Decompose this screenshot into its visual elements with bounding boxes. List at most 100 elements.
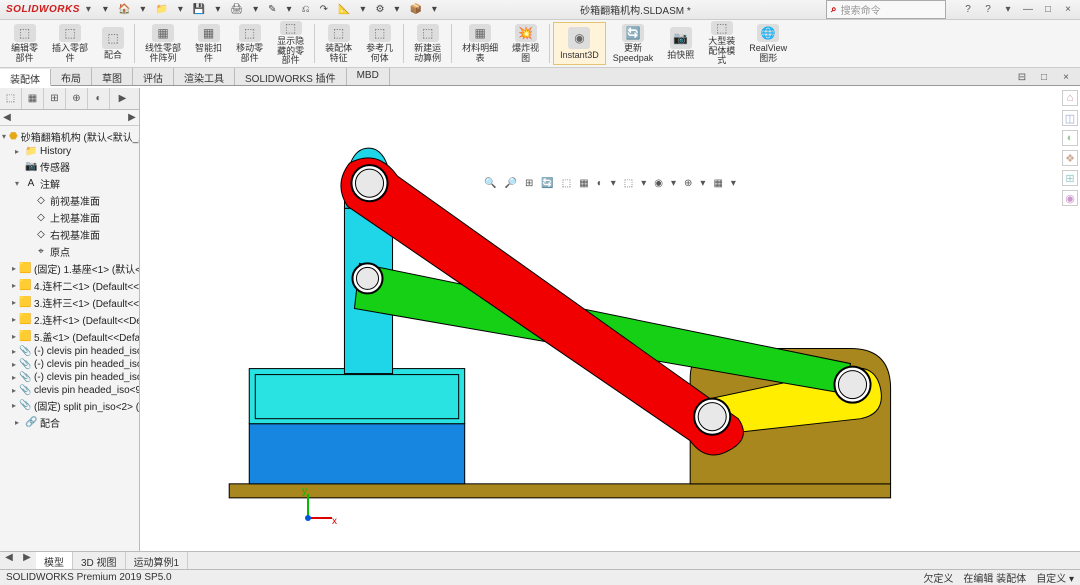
view-tool-6[interactable]: ◐ xyxy=(597,178,603,189)
tree-node[interactable]: ▾A注解 xyxy=(2,175,137,192)
tree-node[interactable]: ◇上视基准面 xyxy=(2,209,137,226)
tree-node[interactable]: ▸📎(固定) split pin_iso<2> (ISO 1234 xyxy=(2,397,137,414)
qat-button-6[interactable]: ▾ xyxy=(215,4,220,15)
titlebar-button-4[interactable]: □ xyxy=(1040,4,1056,15)
expand-icon[interactable]: ▸ xyxy=(12,401,16,410)
tab-scroll-right-icon[interactable]: ▶ xyxy=(18,552,36,569)
ribbon-button-7[interactable]: ⬚显示隐 藏的零 部件 xyxy=(270,22,311,65)
panel-collapse-icon[interactable]: ▶ xyxy=(110,88,139,109)
expand-icon[interactable]: ▸ xyxy=(12,386,16,395)
doc-win-btn-0[interactable]: ⊟ xyxy=(1014,72,1030,83)
tree-node[interactable]: ▸🟨(固定) 1.基座<1> (默认<<默认>_显 xyxy=(2,260,137,277)
cm-tab-1[interactable]: 布局 xyxy=(51,68,92,85)
cm-tab-0[interactable]: 装配体 xyxy=(0,69,51,86)
taskpane-tab-2[interactable]: ◐ xyxy=(1062,130,1078,146)
tree-node[interactable]: ▸🔗配合 xyxy=(2,414,137,431)
manager-tab-2[interactable]: ⊞ xyxy=(44,88,66,109)
titlebar-button-5[interactable]: × xyxy=(1060,4,1076,15)
command-search-box[interactable]: ⌕ 搜索命令 xyxy=(826,0,946,19)
expand-icon[interactable]: ▸ xyxy=(12,315,16,324)
view-tool-10[interactable]: ◉ xyxy=(654,178,663,189)
ribbon-button-20[interactable]: ⬚大型装 配体模 式 xyxy=(701,22,742,65)
cm-tab-2[interactable]: 草图 xyxy=(92,68,133,85)
view-tool-2[interactable]: ⊞ xyxy=(525,178,533,189)
ribbon-button-2[interactable]: ⬚配合 xyxy=(95,22,131,65)
qat-button-5[interactable]: 💾 xyxy=(193,4,205,15)
qat-button-4[interactable]: ▾ xyxy=(178,4,183,15)
expand-icon[interactable]: ▸ xyxy=(12,418,22,427)
view-tool-1[interactable]: 🔎 xyxy=(505,178,517,189)
qat-button-15[interactable]: ⚙ xyxy=(375,4,384,15)
titlebar-button-2[interactable]: ▾ xyxy=(1000,4,1016,15)
view-tool-12[interactable]: ⊕ xyxy=(684,178,692,189)
ribbon-button-4[interactable]: ▦线性零部 件阵列 xyxy=(138,22,188,65)
qat-button-8[interactable]: ▾ xyxy=(253,4,258,15)
tree-node[interactable]: ◇右视基准面 xyxy=(2,226,137,243)
doc-win-btn-2[interactable]: × xyxy=(1058,72,1074,83)
ribbon-button-0[interactable]: ⬚编辑零 部件 xyxy=(4,22,45,65)
expand-icon[interactable]: ▸ xyxy=(12,332,16,341)
expand-icon[interactable]: ▾ xyxy=(12,179,22,188)
qat-button-2[interactable]: ▾ xyxy=(140,4,145,15)
ribbon-button-9[interactable]: ⬚装配体 特征 xyxy=(318,22,359,65)
qat-button-10[interactable]: ▾ xyxy=(287,4,292,15)
view-tool-4[interactable]: ⬚ xyxy=(562,178,571,189)
taskpane-tab-3[interactable]: ❖ xyxy=(1062,150,1078,166)
ribbon-button-5[interactable]: ▦智能扣 件 xyxy=(188,22,229,65)
view-tool-5[interactable]: ▦ xyxy=(579,178,588,189)
view-tool-8[interactable]: ⬚ xyxy=(624,178,633,189)
expand-icon[interactable]: ▸ xyxy=(12,347,16,356)
tree-node[interactable]: ▸📎(-) clevis pin headed_iso<7> (Cle xyxy=(2,358,137,371)
cm-tab-4[interactable]: 渲染工具 xyxy=(174,68,235,85)
ribbon-button-10[interactable]: ⬚参考几 何体 xyxy=(359,22,400,65)
ribbon-button-18[interactable]: 🔄更新 Speedpak xyxy=(606,22,661,65)
logo-dropdown-icon[interactable]: ▾ xyxy=(86,4,95,15)
view-tool-13[interactable]: ▾ xyxy=(700,178,705,189)
status-item-2[interactable]: 自定义 ▾ xyxy=(1036,570,1074,585)
view-tool-3[interactable]: 🔄 xyxy=(541,178,553,189)
taskpane-tab-0[interactable]: ⌂ xyxy=(1062,90,1078,106)
qat-button-7[interactable]: 🖨 xyxy=(230,4,243,15)
manager-tab-0[interactable]: ⬚ xyxy=(0,88,22,109)
qat-button-18[interactable]: ▾ xyxy=(432,4,437,15)
view-tool-9[interactable]: ▾ xyxy=(641,178,646,189)
cm-tab-5[interactable]: SOLIDWORKS 插件 xyxy=(235,68,347,85)
tree-node[interactable]: ▸📎clevis pin headed_iso<9> (Clevis xyxy=(2,384,137,397)
titlebar-button-0[interactable]: ? xyxy=(960,4,976,15)
qat-button-12[interactable]: ↷ xyxy=(320,4,328,15)
expand-icon[interactable]: ▸ xyxy=(12,281,16,290)
view-tool-7[interactable]: ▾ xyxy=(611,178,616,189)
feature-tree[interactable]: ▾⬣ 砂箱翻箱机构 (默认<默认_显示状态-1> ▸📁History📷传感器▾A… xyxy=(0,126,139,569)
view-tool-14[interactable]: ▦ xyxy=(713,178,722,189)
qat-button-9[interactable]: ✎ xyxy=(268,4,276,15)
tree-root[interactable]: ▾⬣ 砂箱翻箱机构 (默认<默认_显示状态-1> xyxy=(2,128,137,145)
titlebar-button-3[interactable]: — xyxy=(1020,4,1036,15)
ribbon-button-21[interactable]: 🌐RealView 图形 xyxy=(742,22,794,65)
view-tool-11[interactable]: ▾ xyxy=(671,178,676,189)
tree-node[interactable]: ▸📎(-) clevis pin headed_iso<6> (Cle xyxy=(2,345,137,358)
manager-tab-4[interactable]: ◐ xyxy=(88,88,110,109)
qat-button-0[interactable]: ▾ xyxy=(103,4,108,15)
ribbon-button-14[interactable]: ▦材料明细 表 xyxy=(455,22,505,65)
status-item-0[interactable]: 欠定义 xyxy=(923,570,953,585)
tree-node[interactable]: ▸📎(-) clevis pin headed_iso<8> (Cle xyxy=(2,371,137,384)
qat-button-13[interactable]: 📐 xyxy=(338,4,350,15)
qat-button-1[interactable]: 🏠 xyxy=(118,4,130,15)
qat-button-3[interactable]: 📁 xyxy=(155,4,167,15)
bottom-tab-0[interactable]: 模型 xyxy=(36,552,73,569)
ribbon-button-1[interactable]: ⬚插入零部 件 xyxy=(45,22,95,65)
qat-button-17[interactable]: 📦 xyxy=(409,4,421,15)
qat-button-14[interactable]: ▾ xyxy=(360,4,365,15)
tree-node[interactable]: ◇前视基准面 xyxy=(2,192,137,209)
bottom-tab-2[interactable]: 运动算例1 xyxy=(126,552,189,569)
expand-icon[interactable]: ▸ xyxy=(12,147,22,156)
tree-node[interactable]: ▸📁History xyxy=(2,145,137,158)
qat-button-16[interactable]: ▾ xyxy=(394,4,399,15)
cm-tab-3[interactable]: 评估 xyxy=(133,68,174,85)
bottom-tab-1[interactable]: 3D 视图 xyxy=(73,552,126,569)
view-tool-15[interactable]: ▾ xyxy=(731,178,736,189)
ribbon-button-17[interactable]: ◉Instant3D xyxy=(553,22,606,65)
tab-scroll-left-icon[interactable]: ◀ xyxy=(0,552,18,569)
cm-tab-6[interactable]: MBD xyxy=(347,68,390,85)
tree-node[interactable]: 📷传感器 xyxy=(2,158,137,175)
